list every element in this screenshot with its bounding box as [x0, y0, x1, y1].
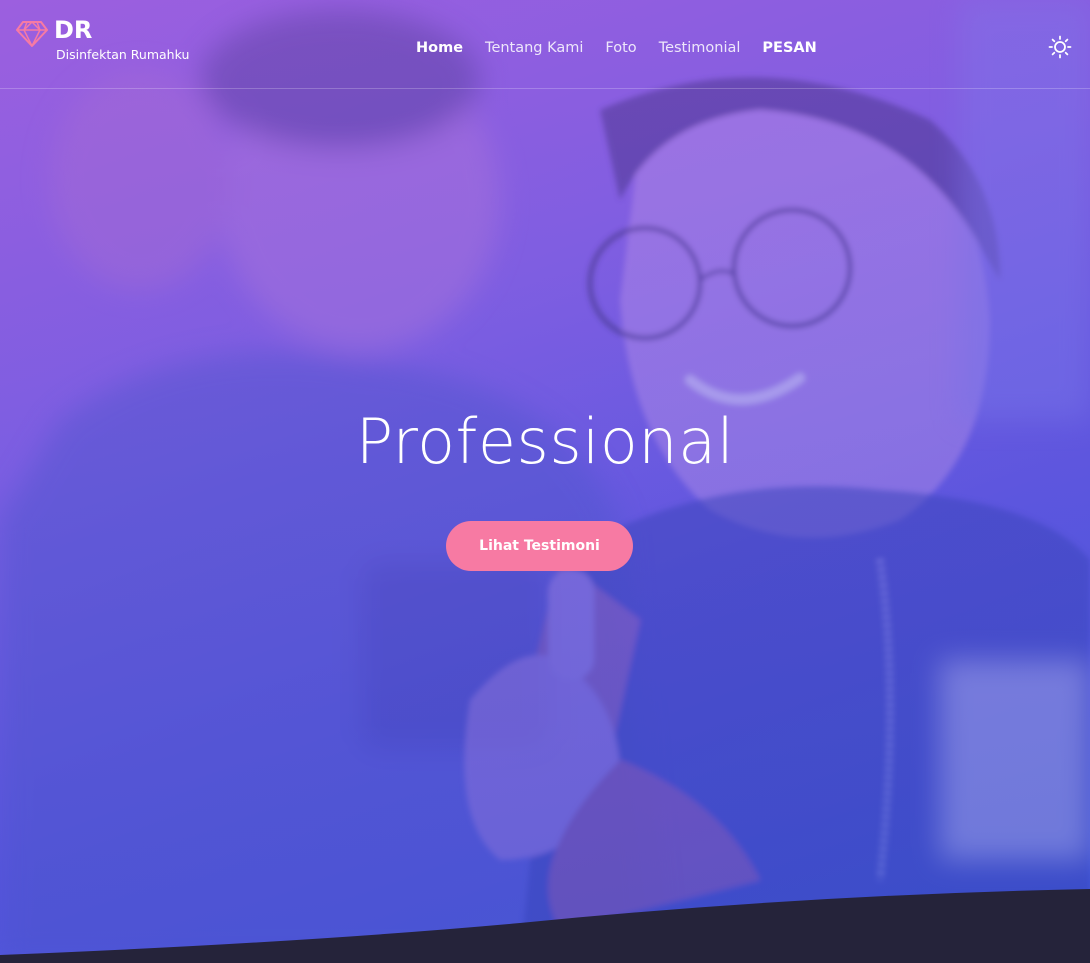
diamond-icon [16, 20, 48, 48]
hero-title: Professional [355, 405, 735, 478]
nav-item-testimonial[interactable]: Testimonial [648, 36, 752, 60]
brand-subtitle: Disinfektan Rumahku [56, 47, 190, 62]
nav-item-pesan[interactable]: PESAN [751, 36, 827, 60]
site-header: DR Disinfektan Rumahku Home Tentang Kami… [0, 0, 1090, 89]
nav-item-foto[interactable]: Foto [594, 36, 647, 60]
hero-color-overlay [0, 0, 1090, 963]
view-testimonials-button[interactable]: Lihat Testimoni [446, 521, 633, 571]
hero-section: DR Disinfektan Rumahku Home Tentang Kami… [0, 0, 1090, 963]
brand-text: DR Disinfektan Rumahku [54, 16, 189, 63]
brand-logo[interactable]: DR Disinfektan Rumahku [16, 16, 189, 63]
nav-item-tentang-kami[interactable]: Tentang Kami [474, 36, 594, 60]
nav-item-home[interactable]: Home [405, 36, 474, 60]
brand-title: DR [54, 16, 93, 44]
footer-wave-divider [0, 889, 1090, 963]
main-nav: Home Tentang Kami Foto Testimonial PESAN [405, 36, 828, 60]
sun-icon[interactable] [1048, 35, 1072, 59]
hero-background-image [0, 0, 1090, 963]
